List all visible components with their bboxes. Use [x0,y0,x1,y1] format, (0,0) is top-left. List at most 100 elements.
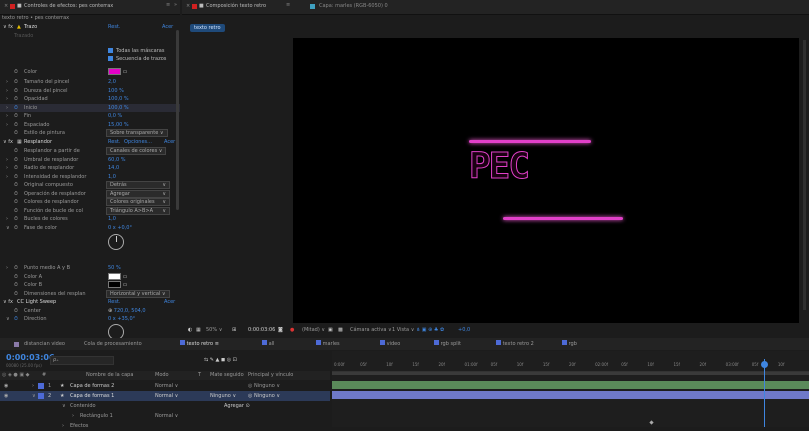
work-area-bar[interactable] [332,372,809,375]
grid-icon[interactable]: ▦ [196,325,201,335]
param-value[interactable]: 15,00 % [108,121,129,130]
stopwatch-icon[interactable]: ⏱ [14,121,18,130]
reset-link[interactable]: Rest. [108,298,120,307]
visibility-icon[interactable]: ◉ [4,381,8,391]
paint-style-dropdown[interactable]: Sobre transparente ∨ [106,129,168,137]
param-value[interactable]: 100,0 % [108,104,129,113]
stopwatch-icon[interactable]: ⏱ [14,224,18,233]
expand-arrow-icon[interactable]: › [6,164,8,173]
tab-1[interactable]: Cola de procesamiento [84,338,142,350]
time-ruler[interactable]: 0:00f 05f 10f 15f 20f 01:00f 05f 10f 15f 20f 02:00… [332,361,809,372]
mode-dropdown[interactable]: Normal ∨ [155,391,178,401]
parent-dropdown[interactable]: ◎ Ninguno ∨ [248,391,280,401]
effect-trazo-header[interactable]: ∨ fx ▲ Trazo Rest. Acer [0,23,180,32]
keyframe-marker[interactable] [649,420,654,425]
reset-link[interactable]: Rest. [108,138,120,147]
playhead[interactable] [764,359,765,427]
visibility-icon[interactable]: ◉ [4,391,8,401]
tab-4[interactable]: marles [316,338,340,350]
camera-dropdown[interactable]: Cámara activa ∨ [350,325,392,335]
expand-arrow-icon[interactable]: ∨ fx [3,298,13,307]
checkbox-icon[interactable] [108,48,113,53]
expand-arrow-icon[interactable]: ∨ fx [3,23,13,32]
zoom-dropdown[interactable]: 50% ∨ [206,325,222,335]
param-value[interactable]: 14,0 [108,164,119,173]
effects-row[interactable]: › Efectos [0,421,330,431]
param-value[interactable]: 50 % [108,264,121,273]
stopwatch-icon[interactable]: ⏱ [14,198,18,207]
expand-arrow-icon[interactable]: › [6,156,8,165]
glow-from-dropdown[interactable]: Canales de colores ∨ [106,147,167,155]
reset-link[interactable]: Rest. [108,23,120,32]
close-icon[interactable]: × [4,3,8,9]
expand-arrow-icon[interactable]: ∨ [6,224,10,233]
close-icon[interactable]: × [186,3,190,9]
menu-icon[interactable]: ≡ [286,2,290,8]
layer-panel-tab[interactable]: Capa: marles (RGB-6050) 0 [319,3,388,9]
layer-name[interactable]: Capa de formas 2 [70,381,114,391]
lock-icon[interactable]: ■ [17,3,22,9]
stopwatch-icon[interactable]: ⏱ [14,273,18,282]
expand-arrow-icon[interactable]: › [6,104,8,113]
about-link[interactable]: Acer [164,138,175,147]
stopwatch-icon[interactable]: ⏱ [14,190,18,199]
stopwatch-icon[interactable]: ⏱ [14,290,18,299]
stopwatch-icon[interactable]: ⏱ [14,207,18,216]
color-b-swatch[interactable]: ▭ [108,281,127,290]
camera-icon[interactable]: ◙ [278,325,283,335]
timeline-track-area[interactable]: 0:00f 05f 10f 15f 20f 01:00f 05f 10f 15f 20f 02:00… [332,351,809,427]
contents-row[interactable]: ∨ Contenido Agregar ⊙ [0,401,330,411]
exposure-value[interactable]: +0,0 [458,325,470,335]
comp-panel-tab[interactable]: Composición texto retro [206,3,266,9]
tab-5[interactable]: video [380,338,400,350]
label-color[interactable] [38,393,44,399]
lock-icon[interactable]: ■ [199,3,204,9]
stopwatch-icon[interactable]: ⏱ [14,147,18,156]
expand-arrow-icon[interactable]: › [6,173,8,182]
expand-icon[interactable]: » [174,2,177,8]
about-link[interactable]: Acer [162,23,173,32]
col-name[interactable]: Nombre de la capa [86,371,133,380]
stopwatch-icon[interactable]: ⏱ [14,78,18,87]
expand-arrow-icon[interactable]: › [32,381,34,391]
right-scrollbar[interactable] [803,40,806,310]
glow-colors-dropdown[interactable]: Colores originales ∨ [106,198,170,206]
current-time[interactable]: 0:00:03:06 [6,353,55,362]
eyedropper-icon[interactable]: ▭ [123,274,128,280]
param-value[interactable]: 100 % [108,87,124,96]
expand-arrow-icon[interactable]: › [62,421,64,431]
parent-dropdown[interactable]: ◎ Ninguno ∨ [248,381,280,391]
roi-icon[interactable]: ▣ [328,325,333,335]
add-dropdown[interactable]: Agregar ⊙ [224,401,250,411]
expand-arrow-icon[interactable]: ∨ [6,315,10,324]
playhead-handle[interactable] [761,361,768,368]
param-value[interactable]: 2,0 [108,78,116,87]
loop-dropdown[interactable]: Triángulo A>B>A ∨ [106,206,170,215]
tab-8[interactable]: rgb [562,338,577,350]
dimensions-dropdown[interactable]: Horizontal y vertical ∨ [106,289,170,298]
stopwatch-icon[interactable]: ⏱ [14,164,18,173]
region-icon[interactable]: ⊞ [232,325,236,335]
color-swatch[interactable]: ▭ [108,68,127,77]
tab-6[interactable]: rgb split [434,338,461,350]
expand-arrow-icon[interactable]: › [6,87,8,96]
stopwatch-icon[interactable]: ⏱ [14,264,18,273]
stopwatch-icon[interactable]: ⏱ [14,307,18,316]
eyedropper-icon[interactable]: ▭ [123,69,128,75]
eyedropper-icon[interactable]: ▭ [123,282,128,288]
param-value[interactable]: 60,0 % [108,156,125,165]
phase-dial[interactable] [108,234,124,250]
magnifier-icon[interactable]: ◐ [188,325,192,335]
rect-mode-dropdown[interactable]: Normal ∨ [155,411,178,421]
col-parent[interactable]: Principal y vínculo [248,371,293,380]
matte-dropdown[interactable]: Ninguno ∨ [210,391,236,401]
timecode-display[interactable]: 0:00:03:06 [248,325,275,335]
track-layer-1[interactable] [332,381,809,389]
transparency-icon[interactable]: ▩ [338,325,343,335]
track-layer-2[interactable] [332,391,809,399]
param-value[interactable]: 1,0 [108,173,116,182]
rectangle-row[interactable]: › Rectángulo 1 Normal ∨ [0,411,330,421]
crosshair-icon[interactable]: ⊕ [108,308,112,314]
stopwatch-icon[interactable]: ⏱ [14,173,18,182]
effects-panel-tab[interactable]: Controles de efectos: pes conterrax [24,3,113,9]
